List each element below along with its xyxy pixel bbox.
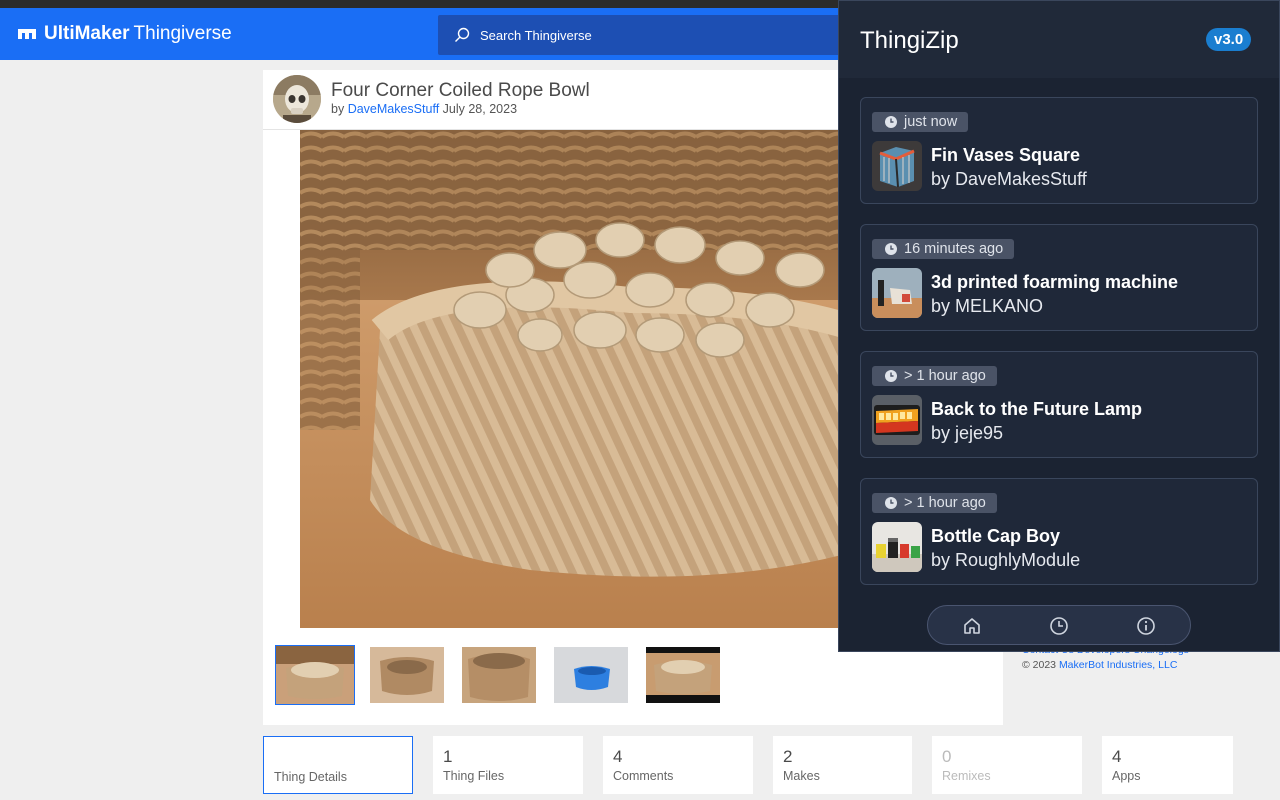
time-badge: > 1 hour ago	[872, 366, 997, 386]
time-badge: 16 minutes ago	[872, 239, 1015, 259]
info-icon	[1137, 617, 1155, 635]
tab-count: 1	[443, 747, 453, 766]
tab-label: Thing Files	[443, 769, 505, 783]
item-author: by RoughlyModule	[931, 550, 1081, 570]
thumbnail-4[interactable]	[554, 647, 628, 703]
item-thumbnail	[872, 141, 922, 191]
ultimaker-logo-icon	[18, 29, 36, 39]
search-input[interactable]: Search Thingiverse	[438, 15, 858, 55]
tab-count: 4	[613, 747, 623, 766]
search-icon	[455, 27, 470, 42]
tab-thing-files[interactable]: 1 Thing Files	[433, 736, 583, 794]
author-avatar[interactable]	[273, 75, 321, 123]
home-button[interactable]	[961, 615, 983, 637]
tab-thing-details[interactable]: Thing Details	[263, 736, 413, 794]
version-badge: v3.0	[1206, 28, 1252, 51]
tab-count	[274, 748, 402, 768]
thing-byline: by DaveMakesStuff July 28, 2023	[331, 102, 517, 116]
info-button[interactable]	[1135, 615, 1157, 637]
tab-count: 0	[942, 747, 952, 766]
clock-icon	[885, 497, 897, 509]
extension-nav-bar	[927, 605, 1191, 645]
item-name: Back to the Future Lamp	[931, 399, 1143, 419]
clock-icon	[885, 243, 897, 255]
time-text: just now	[904, 114, 958, 130]
extension-title: ThingiZip	[860, 27, 959, 54]
item-author: by MELKANO	[931, 296, 1044, 316]
tab-count: 2	[783, 747, 793, 766]
thumbnail-2[interactable]	[370, 647, 444, 703]
item-thumbnail	[872, 268, 922, 318]
time-badge: > 1 hour ago	[872, 493, 997, 513]
time-badge: just now	[872, 112, 969, 132]
tab-remixes[interactable]: 0 Remixes	[932, 736, 1082, 794]
thing-date: July 28, 2023	[442, 102, 518, 116]
extension-header: ThingiZip v3.0	[839, 1, 1279, 78]
clock-icon	[885, 116, 897, 128]
recent-item[interactable]: > 1 hour ago Bottle Cap Boy by RoughlyMo…	[860, 478, 1258, 585]
recent-item[interactable]: > 1 hour ago Back to the Future Lamp by …	[860, 351, 1258, 458]
tab-label: Makes	[783, 769, 820, 783]
tab-apps[interactable]: 4 Apps	[1102, 736, 1233, 794]
logo-product-text: Thingiverse	[133, 23, 232, 44]
clock-icon	[1050, 617, 1068, 635]
item-thumbnail	[872, 395, 922, 445]
recent-item[interactable]: 16 minutes ago 3d printed foarming machi…	[860, 224, 1258, 331]
history-button[interactable]	[1048, 615, 1070, 637]
home-icon	[964, 618, 980, 634]
time-text: > 1 hour ago	[904, 495, 986, 511]
thumbnail-3[interactable]	[462, 647, 536, 703]
item-author: by jeje95	[931, 423, 1004, 443]
tab-label: Apps	[1112, 769, 1141, 783]
item-name: 3d printed foarming machine	[931, 272, 1179, 292]
thingizip-extension-popup: ThingiZip v3.0 just now Fin Vases Square…	[838, 0, 1280, 652]
thing-title: Four Corner Coiled Rope Bowl	[331, 80, 590, 101]
tab-label: Comments	[613, 769, 674, 783]
time-text: 16 minutes ago	[904, 241, 1004, 257]
search-placeholder: Search Thingiverse	[480, 27, 592, 43]
author-link[interactable]: DaveMakesStuff	[348, 102, 439, 116]
company-link[interactable]: MakerBot Industries, LLC	[1059, 659, 1177, 671]
copyright-text: © 2023	[1022, 659, 1057, 671]
footer-copyright: © 2023 MakerBot Industries, LLC	[1022, 659, 1177, 671]
item-name: Fin Vases Square	[931, 145, 1081, 165]
time-text: > 1 hour ago	[904, 368, 986, 384]
item-author: by DaveMakesStuff	[931, 169, 1087, 189]
tab-label: Remixes	[942, 769, 991, 783]
byline-prefix: by	[331, 102, 345, 116]
site-logo[interactable]: UltiMaker Thingiverse	[17, 23, 232, 45]
item-thumbnail	[872, 522, 922, 572]
thumbnail-1[interactable]	[275, 645, 355, 705]
clock-icon	[885, 370, 897, 382]
tab-label: Thing Details	[274, 770, 347, 784]
tab-comments[interactable]: 4 Comments	[603, 736, 753, 794]
thumbnail-5[interactable]	[646, 647, 720, 703]
item-name: Bottle Cap Boy	[931, 526, 1061, 546]
tab-makes[interactable]: 2 Makes	[773, 736, 912, 794]
logo-brand-text: UltiMaker	[44, 23, 130, 44]
tab-count: 4	[1112, 747, 1122, 766]
recent-item[interactable]: just now Fin Vases Square by DaveMakesSt…	[860, 97, 1258, 204]
